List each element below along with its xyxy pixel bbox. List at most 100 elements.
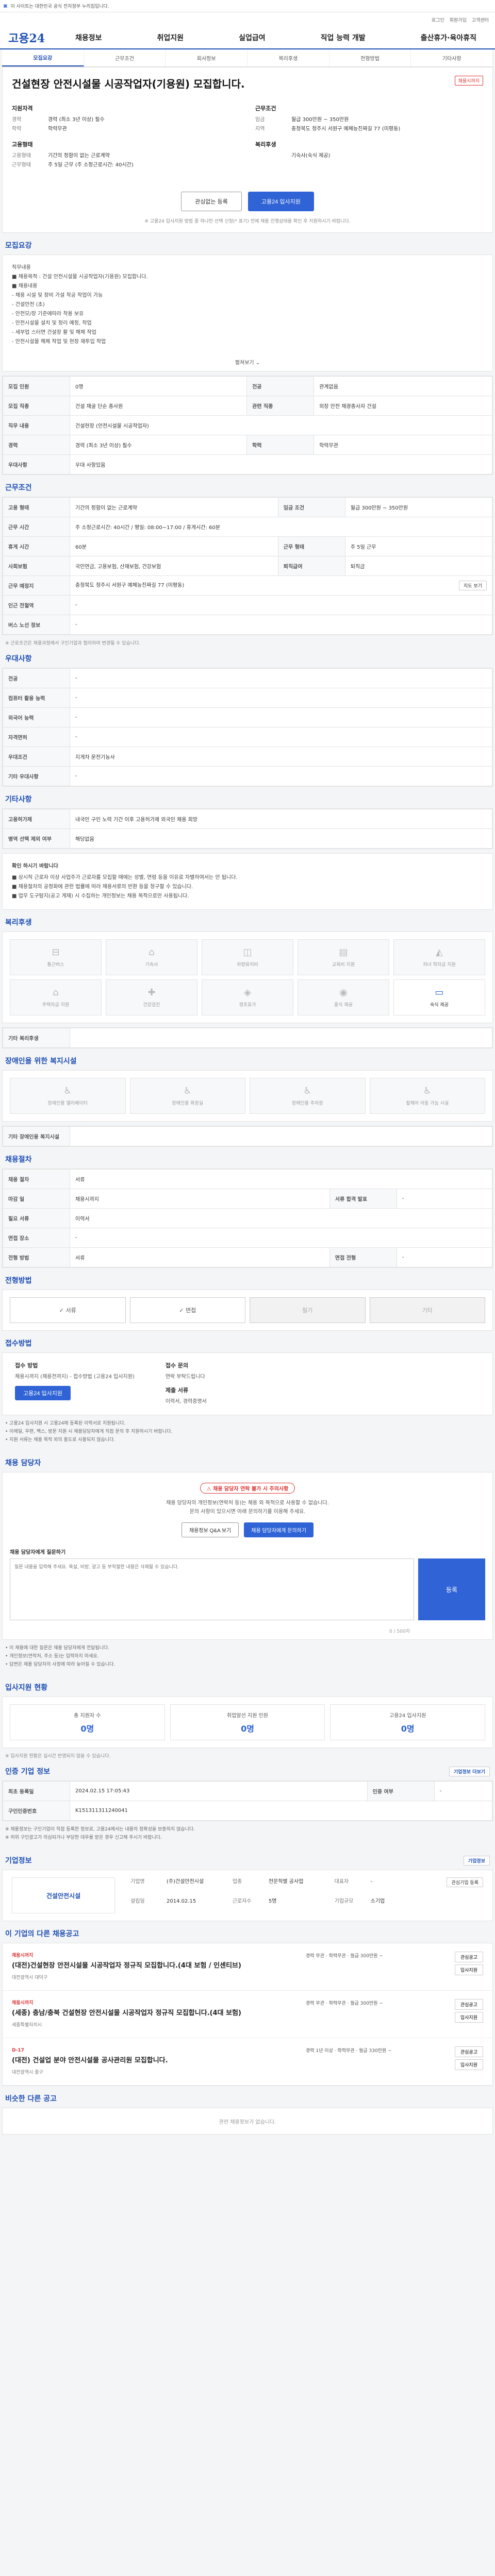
qa-list-button[interactable]: 채용정보 Q&A 보기 — [181, 1522, 239, 1537]
tab-work[interactable]: 근무조건 — [84, 49, 166, 66]
summary-group: 고용형태 고용형태 기간의 정함이 없는 근로계약 근무형태 주 5일 근무 (주 소정… — [12, 140, 240, 170]
notice-text: 이 사이트는 대한민국 공식 전자정부 누리집입니다. — [10, 4, 109, 9]
job-title-link[interactable]: (세종) 충남/충북 건설현장 안전시설물 시공작업자 정규직 모집합니다.(4… — [12, 2009, 299, 2018]
table-row: 자격면허 - — [3, 727, 492, 747]
benefit-item: ⌂ 주택자금 지원 — [10, 979, 102, 1015]
table-row: 병역 선택 제외 여부 해당없음 — [3, 828, 492, 849]
tab-recruit[interactable]: 모집요강 — [2, 49, 84, 66]
row-value: - — [434, 1781, 493, 1801]
row-header: 전공 — [3, 668, 70, 688]
row-header: 최초 등록일 — [3, 1781, 70, 1801]
job-bookmark-button[interactable]: 관심공고 — [454, 2046, 483, 2057]
row-header: 휴게 시간 — [3, 536, 70, 556]
tab-etc[interactable]: 기타사항 — [411, 49, 493, 66]
apply-button[interactable]: 고용24 입사지원 — [248, 192, 314, 211]
summary-footnote: ※ 고용24 입사지원 방법 중 하나만 선택 신청(* 표기) 전에 채용 진… — [144, 219, 351, 224]
disability-label: 장애인용 엘리베이터 — [47, 1101, 88, 1106]
global-nav: 고용24 채용정보 취업지원 실업급여 직업 능력 개발 출산휴가·육아휴직 — [0, 27, 495, 49]
gnb-item-support[interactable]: 취업지원 — [157, 32, 184, 43]
job-bookmark-button[interactable]: 관심공고 — [454, 1999, 483, 2010]
job-apply-button[interactable]: 입사지원 — [454, 2059, 483, 2070]
row-header: 외국어 능력 — [3, 707, 70, 727]
gnb-item-jobs[interactable]: 채용정보 — [75, 32, 102, 43]
row-value: - — [396, 1247, 493, 1267]
qa-textarea[interactable] — [10, 1558, 414, 1620]
job-apply-button[interactable]: 입사지원 — [454, 1964, 483, 1975]
qa-submit-button[interactable]: 등록 — [418, 1558, 485, 1620]
login-link[interactable]: 로그인 — [432, 16, 444, 23]
stat-value: 0명 — [241, 1723, 254, 1734]
row-header: 채용 절차 — [3, 1169, 70, 1189]
job-main: 채용시까지 (세종) 충남/충북 건설현장 안전시설물 시공작업자 정규직 모집합… — [12, 1999, 299, 2029]
disability-label: 장애인용 주차장 — [291, 1101, 323, 1106]
help-link[interactable]: 고객센터 — [472, 16, 489, 23]
table-row: 전형 방법 서류 면접 전형 - — [3, 1247, 493, 1267]
summary-key: 지역 — [255, 126, 265, 132]
apply-docs-label: 제출 서류 — [165, 1387, 189, 1394]
qa-counter: 0 / 500자 — [389, 1629, 410, 1634]
qa-ask-button[interactable]: 채용 담당자에게 문의하기 — [244, 1522, 314, 1537]
summary-group: 복리후생 기숙사(숙식 제공) — [255, 140, 483, 170]
info-more-button[interactable]: 기업정보 더보기 — [449, 1766, 490, 1776]
process-table: 채용 절차 서류 마감 일 채용시까지 서류 합격 발표 - 필요 서류 이력서 면접 장소 - 전… — [3, 1169, 493, 1267]
company-more-button[interactable]: 기업정보 — [463, 1855, 490, 1866]
gnb-item-leave[interactable]: 출산휴가·육아휴직 — [421, 32, 476, 43]
summary-group: 지원자격 경력 경력 (최소 3년 이상) 필수 학력 학력무관 — [12, 104, 240, 134]
accessibility-icon: ♿ — [63, 1086, 72, 1096]
row-header: 경력 — [3, 435, 70, 455]
info-table: 최초 등록일 2024.02.15 17:05:43 인증 여부 - 구인인증번호 K15… — [3, 1781, 493, 1821]
job-bookmark-button[interactable]: 관심공고 — [454, 1952, 483, 1962]
signup-link[interactable]: 회원가입 — [450, 16, 467, 23]
interest-button[interactable]: 관심없는 등록 — [181, 192, 242, 211]
tab-benefit[interactable]: 복리후생 — [248, 49, 329, 66]
notice-item: ※ 허위 구인광고가 의심되거나 부당한 대우를 받은 경우 신고해 주시기 바… — [5, 1835, 162, 1840]
job-apply-button[interactable]: 입사지원 — [454, 2012, 483, 2023]
row-value: - — [70, 1228, 492, 1248]
map-button[interactable]: 지도 보기 — [459, 581, 487, 590]
job-list-item: 채용시까지 (세종) 충남/충북 건설현장 안전시설물 시공작업자 정규직 모집합… — [3, 1991, 492, 2038]
job-deadline: 채용시까지 — [12, 2001, 34, 2006]
row-value: 학력무관 — [314, 435, 492, 455]
row-value: 서류 — [70, 1247, 330, 1267]
row-value: - — [70, 766, 492, 786]
company-value: (주)건설안전시설 — [167, 1879, 204, 1885]
row-value: - — [396, 1189, 493, 1209]
apply-contact-value: 연락 부탁드립니다 — [165, 1374, 205, 1380]
apply-method-label: 접수 방법 — [15, 1362, 38, 1369]
table-row: 기타 우대사항 - — [3, 766, 492, 786]
apply-now-button[interactable]: 고용24 입사지원 — [15, 1386, 71, 1400]
job-title-link[interactable]: (대전) 건설업 분야 안전시설물 공사관리원 모집합니다. — [12, 2056, 299, 2065]
apply-docs-value: 이력서, 경력증명서 — [165, 1399, 207, 1404]
row-value: 주 5일 근무 — [344, 536, 493, 556]
site-logo[interactable]: 고용24 — [8, 29, 75, 46]
company-field: 근로자수 5명 — [233, 1897, 329, 1913]
section-title-related: 비슷한 다른 공고 — [5, 2095, 57, 2103]
table-row: 마감 일 채용시까지 서류 합격 발표 - — [3, 1189, 493, 1209]
method-item: 기타 — [369, 1297, 485, 1323]
recruit-table-card: 모집 인원 0명 전공 관계없음 모집 직종 건설 채굴 단순 종사원 관련 직종 외장 안전… — [2, 376, 493, 475]
work-note: ※ 근로조건은 채용과정에서 구인기업과 협의하여 변경될 수 있습니다. — [5, 641, 141, 646]
expand-link[interactable]: 펼쳐보기 ⌄ — [3, 355, 492, 371]
row-value: 기간의 정함이 없는 근로계약 — [70, 497, 278, 517]
tab-method[interactable]: 전형방법 — [329, 49, 411, 66]
gnb-item-training[interactable]: 직업 능력 개발 — [321, 32, 366, 43]
description-line: - 세부업 스터면 건설장 활 및 해체 작업 — [12, 330, 96, 335]
disability-grid: ♿ 장애인용 엘리베이터 ♿ 장애인용 화장실 ♿ 장애인용 주차장 ♿ 휠체어 이동 가능 … — [3, 1071, 492, 1121]
etc-table-card: 고용허가제 내국인 구인 노력 기간 이후 고용허가제 외국인 채용 희망 병역 선… — [2, 808, 493, 849]
row-header: 마감 일 — [3, 1189, 70, 1209]
tab-company[interactable]: 회사정보 — [166, 49, 248, 66]
benefit-item: ◉ 중식 제공 — [298, 979, 389, 1015]
company-card: 건설안전시설 기업명 (주)건설안전시설 업종 전문직별 공사업 대표자 - 설립일 2014… — [2, 1870, 493, 1921]
job-title-link[interactable]: (대전)건설현장 안전시설물 시공작업자 정규직 모집합니다.(4대 보험 / … — [12, 1961, 299, 1971]
gnb-item-benefit[interactable]: 실업급여 — [239, 32, 266, 43]
work-table: 고용 형태 기간의 정함이 없는 근로계약 임금 조건 월급 300만원 ~ 350만… — [3, 497, 493, 635]
company-key: 업종 — [232, 1879, 242, 1885]
row-value: 해당없음 — [70, 828, 492, 849]
table-row: 모집 직종 건설 채굴 단순 종사원 관련 직종 외장 안전 채광종사자 건설 — [3, 396, 492, 416]
company-value: 5명 — [268, 1899, 277, 1904]
summary-row: 경력 경력 (최소 3년 이상) 필수 — [12, 115, 240, 125]
section-title-qa: 채용 담당자 — [5, 1459, 41, 1467]
row-header: 면접 전형 — [329, 1247, 397, 1267]
pref-table: 전공 - 컴퓨터 활용 능력 - 외국어 능력 - 자격면허 - 우대조건 지게차 운전기능사 기타… — [3, 668, 492, 786]
follow-company-button[interactable]: 관심기업 등록 — [447, 1877, 483, 1887]
